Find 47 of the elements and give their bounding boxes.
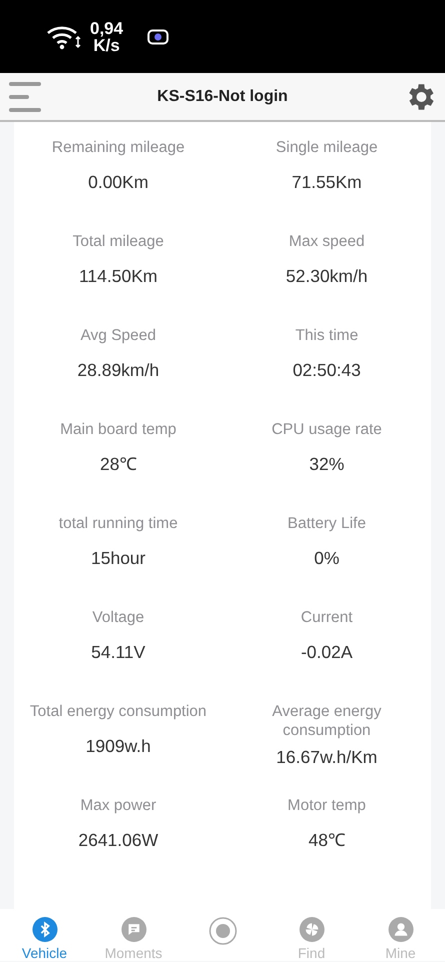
page-title: KS-S16-Not login <box>157 86 288 106</box>
stat-label: Remaining mileage <box>50 138 186 157</box>
screen-record-icon <box>147 28 170 44</box>
stat-label: Total energy consumption <box>28 702 208 721</box>
stat-value: 28℃ <box>100 453 136 476</box>
chat-icon <box>120 917 148 942</box>
nav-tab[interactable]: Moments <box>89 909 178 961</box>
stat-value: 16.67w.h/Km <box>276 746 378 769</box>
stat-label: Current <box>300 608 354 627</box>
stat-value: 02:50:43 <box>292 359 361 382</box>
stat-label: Max power <box>79 796 158 815</box>
stat-label: Battery Life <box>286 514 367 533</box>
stat-value: 2641.06W <box>78 829 158 852</box>
nav-tab[interactable]: Vehicle <box>0 909 89 961</box>
stat-label: CPU usage rate <box>270 420 383 439</box>
stat-label: Avg Speed <box>79 326 158 345</box>
stat-label: Single mileage <box>274 138 379 157</box>
stat-label: This time <box>294 326 360 345</box>
stat-value: 52.30km/h <box>286 265 368 288</box>
stat-label: total running time <box>58 514 179 533</box>
fan-icon <box>298 917 326 942</box>
nav-tab[interactable]: Find <box>267 909 356 961</box>
stat-value: 114.50Km <box>79 265 158 288</box>
stat-label: Voltage <box>91 608 146 627</box>
stat-value: 1909w.h <box>86 735 151 758</box>
stat-value: 48℃ <box>308 829 345 852</box>
network-speed-unit: K/s <box>93 36 120 54</box>
stat-value: 28.89km/h <box>77 359 160 382</box>
wifi-icon <box>46 24 82 50</box>
stat-label: Average energy consumption <box>271 702 382 740</box>
network-speed-value: 0,94 <box>90 20 124 36</box>
stat-label: Main board temp <box>59 420 178 439</box>
bluetooth-icon <box>30 917 58 942</box>
stat-value: 0% <box>314 547 340 570</box>
stat-label: Max speed <box>288 232 366 251</box>
stat-value: 0.00Km <box>88 171 148 194</box>
menu-icon[interactable] <box>8 80 42 114</box>
record-icon <box>208 917 236 945</box>
stat-label: Total mileage <box>72 232 165 251</box>
stat-label: Motor temp <box>286 796 367 815</box>
stat-value: 15hour <box>91 547 146 570</box>
stat-value: -0.02A <box>300 641 353 664</box>
stat-value: 32% <box>309 453 344 476</box>
nav-tab[interactable]: Mine <box>356 909 445 961</box>
stat-value: 71.55Km <box>292 171 362 194</box>
stat-value: 54.11V <box>91 641 146 664</box>
person-icon <box>386 917 414 942</box>
